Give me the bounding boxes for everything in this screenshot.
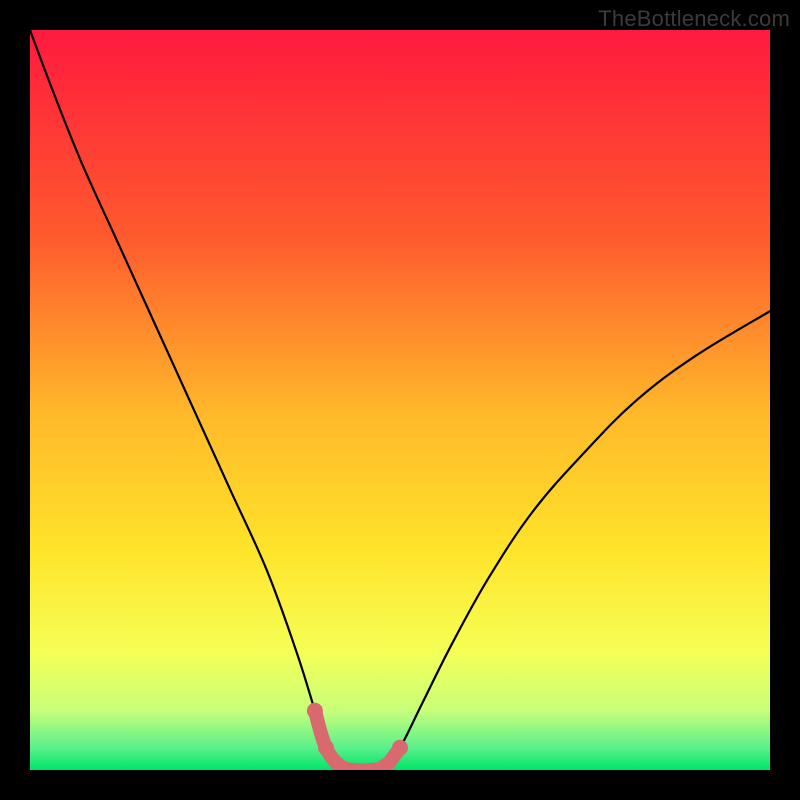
highlight-dot — [307, 703, 323, 719]
highlight-dot — [318, 740, 334, 756]
watermark-text: TheBottleneck.com — [598, 6, 790, 32]
plot-area — [30, 30, 770, 770]
gradient-background — [30, 30, 770, 770]
highlight-dot — [392, 740, 408, 756]
chart-svg — [30, 30, 770, 770]
chart-container: TheBottleneck.com — [0, 0, 800, 800]
